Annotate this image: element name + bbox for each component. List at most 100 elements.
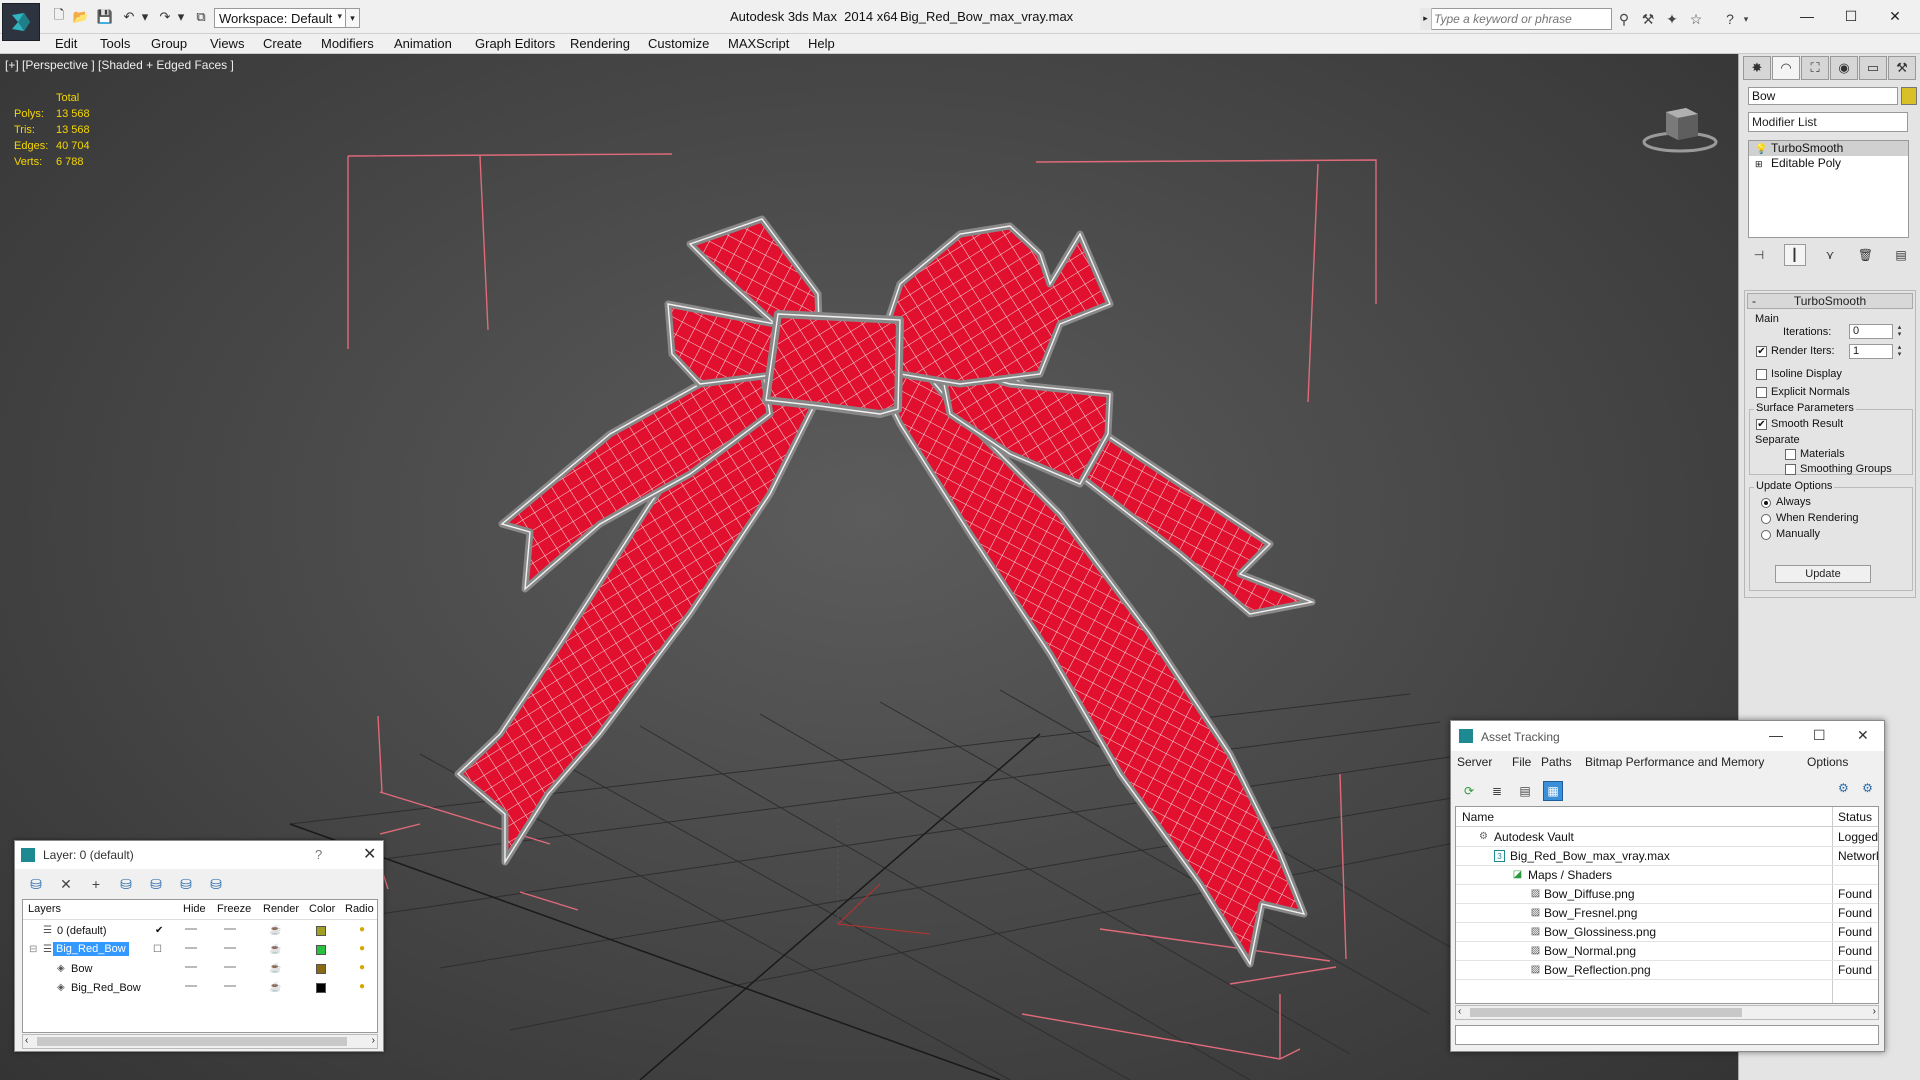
rollout-header[interactable]: - TurboSmooth: [1747, 293, 1913, 309]
update-always-radio[interactable]: [1761, 498, 1771, 508]
freeze-toggle[interactable]: [224, 966, 236, 968]
menu-rendering[interactable]: Rendering: [570, 36, 630, 51]
menu-options[interactable]: Options: [1807, 755, 1848, 769]
freeze-toggle[interactable]: [224, 947, 236, 949]
asset-row[interactable]: ▨ Bow_Fresnel.png Found: [1456, 904, 1878, 923]
asset-row[interactable]: ▨ Bow_Glossiness.png Found: [1456, 923, 1878, 942]
render-iters-spinner[interactable]: 1: [1849, 344, 1893, 359]
menu-views[interactable]: Views: [210, 36, 244, 51]
make-unique-icon[interactable]: ⋎: [1819, 244, 1841, 266]
search-input[interactable]: [1434, 10, 1610, 28]
display-tab-icon[interactable]: ▭: [1859, 56, 1887, 80]
expand-plus-icon[interactable]: ⊞: [1755, 157, 1763, 172]
highlight-selected-icon[interactable]: ⛁: [145, 874, 167, 894]
quick-access-dropdown[interactable]: ▾: [346, 8, 360, 28]
app-menu-logo[interactable]: [2, 3, 40, 41]
col-name[interactable]: Name: [1462, 810, 1494, 824]
make-current-box-icon[interactable]: ☐: [153, 944, 162, 955]
remove-modifier-icon[interactable]: 🗑: [1855, 244, 1877, 266]
freeze-toggle[interactable]: [224, 928, 236, 930]
menu-help[interactable]: Help: [808, 36, 835, 51]
search-expand-icon[interactable]: ▸: [1420, 8, 1432, 30]
binoculars-icon[interactable]: ⚲: [1614, 10, 1634, 28]
update-manually-radio[interactable]: [1761, 530, 1771, 540]
add-to-layer-icon[interactable]: +: [85, 874, 107, 894]
help-button[interactable]: ?: [315, 847, 322, 862]
materials-checkbox[interactable]: [1785, 449, 1796, 460]
update-when-rendering-radio[interactable]: [1761, 514, 1771, 524]
layer-row[interactable]: ⊟ ☰ Big_Red_Bow ☐ ☕ ●: [23, 941, 377, 960]
redo-dropdown-icon[interactable]: ▾: [172, 9, 190, 25]
table-view-icon[interactable]: ▦: [1543, 781, 1563, 801]
save-icon[interactable]: 💾: [96, 9, 114, 25]
menu-maxscript[interactable]: MAXScript: [728, 36, 789, 51]
lightbulb-icon[interactable]: 💡: [1755, 142, 1767, 157]
col-render[interactable]: Render: [263, 903, 299, 915]
delete-layer-icon[interactable]: ✕: [55, 874, 77, 894]
asset-row[interactable]: ⚙ Autodesk Vault Logged O: [1456, 828, 1878, 847]
communication-icon[interactable]: ✦: [1662, 10, 1682, 28]
hide-all-layers-icon[interactable]: ⛁: [175, 874, 197, 894]
project-folder-icon[interactable]: ⧉: [192, 9, 210, 25]
col-freeze[interactable]: Freeze: [217, 903, 251, 915]
render-teapot-icon[interactable]: ☕: [269, 963, 281, 974]
scroll-left-icon[interactable]: ‹: [1458, 1006, 1461, 1017]
render-teapot-icon[interactable]: ☕: [269, 944, 281, 955]
refresh-icon[interactable]: ⟳: [1459, 781, 1479, 801]
create-tab-icon[interactable]: ✸: [1743, 56, 1771, 80]
collapse-minus-icon[interactable]: ⊟: [29, 944, 37, 955]
menu-create[interactable]: Create: [263, 36, 302, 51]
scroll-right-icon[interactable]: ›: [1873, 1006, 1876, 1017]
menu-file[interactable]: File: [1512, 755, 1531, 769]
close-button[interactable]: ✕: [1872, 4, 1918, 28]
smoothing-groups-checkbox[interactable]: [1785, 464, 1796, 475]
layer-color-swatch[interactable]: [316, 964, 326, 974]
layer-object-row[interactable]: ◈ Big_Red_Bow ☕ ●: [23, 979, 377, 998]
active-check-icon[interactable]: ✔: [155, 925, 163, 936]
create-layer-icon[interactable]: ⛁: [25, 874, 47, 894]
object-name-field[interactable]: Bow: [1748, 87, 1898, 105]
menu-bitmap-performance[interactable]: Bitmap Performance and Memory: [1585, 755, 1764, 769]
radiosity-icon[interactable]: ●: [359, 924, 365, 935]
viewport-label[interactable]: [+] [Perspective ] [Shaded + Edged Faces…: [5, 58, 234, 72]
render-teapot-icon[interactable]: ☕: [269, 925, 281, 936]
hide-toggle[interactable]: [185, 985, 197, 987]
asset-row[interactable]: ◪ Maps / Shaders: [1456, 866, 1878, 885]
modifier-list-dropdown[interactable]: Modifier List: [1748, 112, 1908, 132]
layer-color-swatch[interactable]: [316, 983, 326, 993]
scroll-left-icon[interactable]: ‹: [25, 1035, 28, 1046]
menu-animation[interactable]: Animation: [394, 36, 452, 51]
freeze-all-layers-icon[interactable]: ⛁: [205, 874, 227, 894]
asset-status-field[interactable]: [1455, 1025, 1879, 1045]
hide-toggle[interactable]: [185, 966, 197, 968]
vault-login-icon[interactable]: ⚙: [1838, 781, 1849, 795]
modify-tab-icon[interactable]: ◠: [1772, 56, 1800, 80]
scroll-thumb[interactable]: [1470, 1008, 1742, 1017]
menu-tools[interactable]: Tools: [100, 36, 130, 51]
asset-row[interactable]: 3 Big_Red_Bow_max_vray.max Network: [1456, 847, 1878, 866]
layer-object-row[interactable]: ◈ Bow ☕ ●: [23, 960, 377, 979]
maximize-button[interactable]: ☐: [1828, 4, 1874, 28]
menu-server[interactable]: Server: [1457, 755, 1492, 769]
col-color[interactable]: Color: [309, 903, 335, 915]
subscription-icon[interactable]: ⚒: [1638, 10, 1658, 28]
radiosity-icon[interactable]: ●: [359, 962, 365, 973]
scroll-right-icon[interactable]: ›: [372, 1035, 375, 1046]
utilities-tab-icon[interactable]: ⚒: [1888, 56, 1916, 80]
settings-icon[interactable]: ⚙: [1862, 781, 1873, 795]
list-view-icon[interactable]: ≣: [1487, 781, 1507, 801]
open-file-icon[interactable]: 📂: [72, 9, 90, 25]
favorites-star-icon[interactable]: ☆: [1686, 10, 1706, 28]
menu-customize[interactable]: Customize: [648, 36, 709, 51]
stack-item-turbosmooth[interactable]: 💡 TurboSmooth: [1749, 141, 1908, 156]
minimize-button[interactable]: —: [1784, 4, 1830, 28]
menu-modifiers[interactable]: Modifiers: [321, 36, 374, 51]
spinner-arrows-icon[interactable]: ▴ ▾: [1895, 324, 1904, 339]
radiosity-icon[interactable]: ●: [359, 981, 365, 992]
close-button[interactable]: ✕: [363, 844, 376, 864]
close-button[interactable]: ✕: [1857, 727, 1869, 744]
new-file-icon[interactable]: 🗋: [50, 7, 68, 25]
hide-toggle[interactable]: [185, 928, 197, 930]
render-teapot-icon[interactable]: ☕: [269, 982, 281, 993]
asset-row[interactable]: ▨ Bow_Reflection.png Found: [1456, 961, 1878, 980]
